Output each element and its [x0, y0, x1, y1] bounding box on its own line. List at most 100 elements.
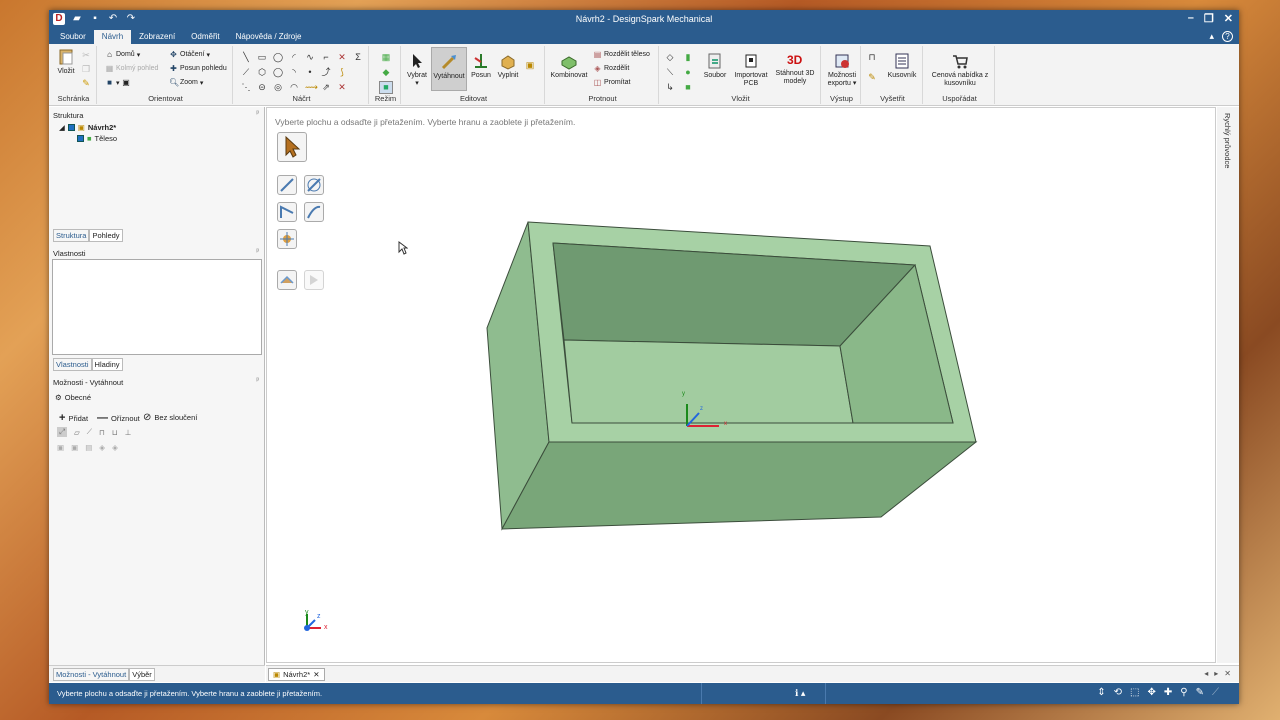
collapse-ribbon-button[interactable]: ▴ [1209, 31, 1214, 42]
tab-structure[interactable]: Struktura [53, 229, 90, 242]
export-options-button[interactable]: Možnosti exportu ▾ [825, 52, 859, 88]
move-button[interactable]: Posun [469, 52, 493, 80]
general-section[interactable]: ⚙ Obecné [55, 393, 91, 402]
section-mode-icon[interactable]: ◆ [381, 67, 391, 77]
option-icon[interactable]: ⟋ [87, 427, 92, 437]
format-painter-icon[interactable]: ✎ [81, 78, 91, 88]
no-merge-option[interactable]: ⊘ Bez sloučení [143, 412, 197, 423]
trim-tool-icon[interactable]: ✕ [337, 52, 347, 62]
option-icon[interactable]: ⊥ [125, 428, 132, 437]
download-3d-button[interactable]: 3D Stáhnout 3D modely [773, 50, 817, 86]
sphere-icon[interactable]: ● [683, 67, 693, 77]
tab-napoveda[interactable]: Nápověda / Zdroje [228, 30, 310, 44]
minimize-button[interactable]: – [1188, 12, 1194, 25]
arc2-tool-icon[interactable]: ◝ [289, 67, 299, 77]
rectangle-tool-icon[interactable]: ▭ [257, 52, 267, 62]
tangent-line-icon[interactable]: ⟋ [241, 67, 251, 77]
tab-selection[interactable]: Výběr [129, 668, 155, 681]
line-tool-icon[interactable]: ╲ [241, 52, 251, 62]
option-icon[interactable]: ◈ [99, 443, 105, 452]
pan-view-icon[interactable]: ✚ [1164, 687, 1172, 698]
bend-tool-icon[interactable]: ⟿ [305, 82, 318, 92]
arc-tool-icon[interactable]: ◜ [289, 52, 299, 62]
zoom-view-icon[interactable]: ⚲ [1180, 687, 1187, 698]
tab-views[interactable]: Pohledy [89, 229, 123, 242]
quick-guide-panel[interactable]: Rychlý průvodce [1217, 107, 1239, 663]
polygon-tool-icon[interactable]: ⬡ [257, 67, 267, 77]
tab-zobrazeni[interactable]: Zobrazení [131, 30, 183, 44]
option-icon[interactable]: ⊓ [99, 428, 105, 437]
fillet-tool-icon[interactable]: ⟆ [337, 67, 347, 77]
arc3-tool-icon[interactable]: ◠ [289, 82, 299, 92]
option-icon[interactable]: ▣ [71, 443, 78, 452]
view-options-button[interactable]: ■ ▾ ▣ [105, 78, 131, 87]
pin-icon[interactable]: ᵖ [256, 248, 259, 255]
home-button[interactable]: ⌂ Domů ▾ [105, 50, 140, 59]
combine-button[interactable]: Kombinovat [549, 52, 589, 80]
disabled-tool-icon[interactable]: ⟋ [1212, 687, 1219, 698]
project-button[interactable]: ◫ Promítat [593, 78, 631, 87]
option-icon[interactable]: ⊔ [112, 428, 118, 437]
tab-odmerit[interactable]: Odměřit [183, 30, 227, 44]
offset-tool-icon[interactable]: ⤴ [321, 67, 331, 77]
close-doc-icon[interactable]: ✕ [1224, 669, 1231, 678]
option-icon[interactable]: ▤ [85, 443, 92, 452]
fill-button[interactable]: Vyplnit [495, 52, 521, 80]
rotate-button[interactable]: ✥ Otáčení ▾ [169, 50, 210, 59]
maximize-button[interactable]: ❐ [1204, 12, 1214, 25]
perpendicular-view-button[interactable]: ▦ Kolmý pohled [105, 64, 159, 73]
selection-filter-icon[interactable]: ⇕ [1097, 687, 1105, 698]
measure-icon[interactable]: ⊓ [867, 52, 877, 62]
ellipse-tool-icon[interactable]: ◯ [273, 67, 283, 77]
option-icon[interactable]: ▣ [57, 443, 64, 452]
insert-file-button[interactable]: Soubor [701, 52, 729, 80]
3d-model-body[interactable] [267, 108, 1217, 664]
option-icon[interactable]: ⤢ [57, 427, 67, 437]
select-button[interactable]: Vybrat ▾ [405, 52, 429, 88]
check-icon[interactable]: ✎ [867, 72, 877, 82]
edit-extra-icon[interactable]: ▣ [525, 60, 535, 70]
project-tool-icon[interactable]: ⇗ [321, 82, 331, 92]
tab-navrh[interactable]: Návrh [93, 30, 132, 44]
pan-button[interactable]: ✚ Posun pohledu [169, 64, 227, 73]
close-tab-icon[interactable]: ✕ [313, 670, 319, 679]
prev-tab-icon[interactable]: ◂ [1204, 669, 1208, 678]
document-tab-navrh2[interactable]: ▣ Návrh2* ✕ [268, 668, 325, 681]
import-pcb-button[interactable]: Importovat PCB [731, 52, 771, 88]
origin-icon[interactable]: ↳ [665, 82, 675, 92]
close-button[interactable]: ✕ [1224, 12, 1233, 25]
next-tab-icon[interactable]: ▸ [1214, 669, 1218, 678]
axis-icon[interactable]: ⟍ [665, 67, 675, 77]
bom-button[interactable]: Kusovník [885, 52, 919, 80]
cut-option[interactable]: — Oříznout [97, 412, 140, 424]
pin-icon[interactable]: ᵖ [256, 110, 259, 117]
option-icon[interactable]: ▱ [74, 428, 80, 437]
tab-soubor[interactable]: Soubor [52, 30, 94, 44]
3d-mode-icon[interactable]: ■ [379, 81, 393, 94]
point-tool-icon[interactable]: • [305, 67, 315, 77]
circle-tool-icon[interactable]: ◯ [273, 52, 283, 62]
tree-item-body[interactable]: ■ Těleso [59, 133, 117, 144]
info-icon[interactable]: ℹ ▴ [795, 688, 805, 699]
zoom-button[interactable]: 🔍︎ Zoom ▾ [169, 78, 203, 87]
box-icon[interactable]: ■ [683, 82, 693, 92]
tab-properties[interactable]: Vlastnosti [53, 358, 92, 371]
copy-icon[interactable]: ❐ [81, 64, 91, 74]
pin-icon[interactable]: ᵖ [256, 377, 259, 384]
spin-icon[interactable]: ⟲ [1114, 687, 1122, 698]
circle3-tool-icon[interactable]: ◎ [273, 82, 283, 92]
sketch-mode-icon[interactable]: ▦ [381, 52, 391, 62]
quote-button[interactable]: Cenová nabídka z kusovníku [929, 52, 991, 88]
plane-icon[interactable]: ◇ [665, 52, 675, 62]
option-icon[interactable]: ◈ [112, 443, 118, 452]
tab-pull-options[interactable]: Možnosti - Vytáhnout [53, 668, 130, 681]
paste-button[interactable]: Vložit [55, 48, 77, 76]
corner-tool-icon[interactable]: ⌐ [321, 52, 331, 62]
rotate-view-icon[interactable]: ✥ [1148, 687, 1156, 698]
pull-button[interactable]: Vytáhnout [431, 47, 467, 91]
pull-status-icon[interactable]: ✎ [1196, 687, 1204, 698]
extend-tool-icon[interactable]: ✕ [337, 82, 347, 92]
spline-tool-icon[interactable]: ∿ [305, 52, 315, 62]
cylinder-icon[interactable]: ▮ [683, 52, 693, 62]
split-body-button[interactable]: ▤ Rozdělit těleso [593, 50, 650, 59]
